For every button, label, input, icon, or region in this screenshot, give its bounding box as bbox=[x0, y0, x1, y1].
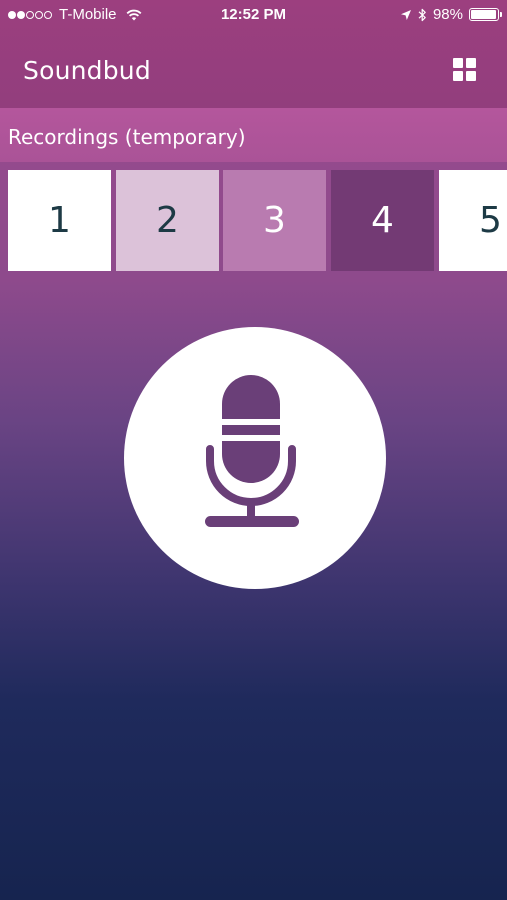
recordings-label: Recordings (temporary) bbox=[8, 125, 246, 149]
battery-percent: 98% bbox=[432, 6, 463, 23]
microphone-icon bbox=[205, 375, 299, 527]
recording-slot-label: 5 bbox=[479, 200, 502, 241]
recording-slot-label: 2 bbox=[156, 200, 179, 241]
recording-slot-2[interactable]: 2 bbox=[116, 170, 219, 271]
recording-slot-label: 4 bbox=[371, 200, 394, 241]
recording-slot-3[interactable]: 3 bbox=[223, 170, 326, 271]
battery-cap bbox=[500, 12, 502, 17]
recording-slot-4[interactable]: 4 bbox=[331, 170, 434, 271]
grid-cell bbox=[453, 71, 463, 81]
recordings-bar: Recordings (temporary) bbox=[0, 108, 507, 162]
record-button[interactable] bbox=[124, 327, 386, 589]
battery-fill bbox=[471, 10, 497, 19]
app-header: Soundbud bbox=[0, 30, 507, 108]
recording-slot-1[interactable]: 1 bbox=[8, 170, 111, 271]
app-title: Soundbud bbox=[23, 56, 151, 85]
grid-cell bbox=[466, 71, 476, 81]
bluetooth-icon bbox=[418, 8, 426, 21]
recording-slot-label: 1 bbox=[48, 200, 71, 241]
battery-icon bbox=[469, 8, 502, 21]
recordings-strip[interactable]: 1 2 3 4 5 bbox=[0, 170, 507, 271]
grid-cell bbox=[453, 58, 463, 68]
location-arrow-icon bbox=[400, 9, 411, 20]
grid-cell bbox=[466, 58, 476, 68]
status-bar: T-Mobile 12:52 PM 98% bbox=[0, 0, 507, 30]
recording-slot-label: 3 bbox=[263, 200, 286, 241]
status-right: 98% bbox=[400, 6, 502, 23]
grid-icon[interactable] bbox=[453, 58, 477, 82]
recording-slot-5[interactable]: 5 bbox=[439, 170, 507, 271]
